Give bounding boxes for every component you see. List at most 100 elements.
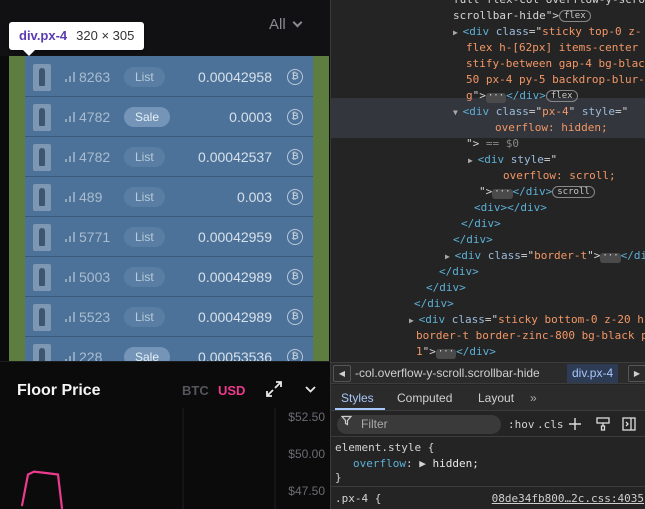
- breadcrumb-prev-button[interactable]: ◀: [333, 365, 351, 382]
- styles-filter-input[interactable]: Filter: [337, 415, 501, 434]
- tab-computed[interactable]: Computed: [397, 391, 452, 405]
- dom-token: <div: [462, 105, 496, 118]
- activity-row[interactable]: 228 Sale 0.00053536 ₿: [25, 337, 313, 361]
- dom-tree-line[interactable]: <div></div>: [474, 200, 547, 216]
- activity-row[interactable]: 8263 List 0.00042958 ₿: [25, 57, 313, 97]
- badge-pill[interactable]: flex: [545, 90, 578, 102]
- tab-styles[interactable]: Styles: [341, 391, 374, 405]
- event-type-badge: List: [124, 67, 165, 87]
- dom-tree-line[interactable]: border-t border-zinc-800 bg-black p: [416, 328, 645, 344]
- ellipsis-button[interactable]: ···: [600, 252, 621, 263]
- tab-layout[interactable]: Layout: [478, 391, 514, 405]
- activity-list[interactable]: 8263 List 0.00042958 ₿ 4782 Sale 0.0003 ₿ 4782 Li…: [25, 56, 313, 361]
- filter-dropdown[interactable]: All: [269, 16, 303, 33]
- dom-token: scrollbar-hide">: [453, 9, 559, 22]
- dom-tree-line[interactable]: scrollbar-hide"> flex: [453, 8, 591, 24]
- dom-tree-line[interactable]: 1"> ··· </div>: [416, 344, 496, 360]
- breadcrumb-item[interactable]: -col.overflow-y-scroll.scrollbar-hide: [355, 366, 540, 380]
- event-type-badge: List: [124, 147, 165, 167]
- devtools-panel: full flex-col overflow-y-scroll scrollba…: [330, 0, 645, 509]
- floor-price-title: Floor Price: [17, 382, 101, 399]
- dom-token: =": [615, 105, 629, 118]
- dom-tree-line[interactable]: ▶ <div class="sticky top-0 z-: [453, 24, 641, 40]
- dom-tree-line[interactable]: stify-between gap-4 bg-black: [466, 56, 645, 72]
- breadcrumb-item-active[interactable]: div.px-4: [567, 364, 619, 383]
- css-property[interactable]: overflow: [353, 457, 406, 470]
- activity-row[interactable]: 5003 List 0.00042989 ₿: [25, 257, 313, 297]
- data-point: [33, 470, 35, 473]
- data-point: [45, 472, 47, 474]
- dom-tree-line[interactable]: ▶ <div style=": [468, 152, 557, 168]
- activity-row[interactable]: 4782 List 0.00042537 ₿: [25, 137, 313, 177]
- class-toggle[interactable]: .cls: [537, 418, 564, 431]
- chevron-down-icon[interactable]: [305, 384, 316, 395]
- data-point: [57, 473, 59, 476]
- activity-row[interactable]: 5523 List 0.00042989 ₿: [25, 297, 313, 337]
- ellipsis-button[interactable]: ···: [485, 92, 507, 103]
- event-type-badge: Sale: [124, 347, 171, 361]
- dom-token: ">: [587, 249, 601, 262]
- ellipsis-button[interactable]: ···: [492, 188, 513, 199]
- dom-tree-line[interactable]: flex h-[62px] items-center j: [466, 40, 645, 56]
- dom-tree-line[interactable]: </div>: [461, 216, 501, 232]
- dom-tree-line[interactable]: </div>: [414, 296, 454, 312]
- nft-thumbnail[interactable]: [33, 144, 51, 171]
- dom-token: full flex-col overflow-y-scroll: [453, 0, 645, 6]
- more-tabs-icon[interactable]: »: [530, 391, 537, 405]
- dom-tree-line[interactable]: g"> ··· </div> flex: [466, 88, 578, 104]
- y-tick-label: $50.00: [288, 447, 325, 461]
- dom-tree-line[interactable]: ▶ <div class="border-t"> ··· </di: [445, 248, 645, 264]
- dom-tree-line[interactable]: overflow: scroll;: [503, 168, 616, 184]
- px4-rule-selector[interactable]: .px-4 {: [335, 492, 381, 505]
- expand-icon[interactable]: [265, 380, 283, 398]
- badge-pill[interactable]: scroll: [552, 186, 595, 198]
- disclosure-triangle-icon[interactable]: ▶: [445, 252, 455, 261]
- toggle-sidebar-icon[interactable]: [622, 417, 636, 431]
- inscription-number: 4782: [79, 109, 111, 125]
- dom-token: ">: [479, 185, 493, 198]
- currency-btc-toggle[interactable]: BTC: [182, 383, 209, 398]
- nft-thumbnail[interactable]: [33, 264, 51, 291]
- nft-thumbnail[interactable]: [33, 344, 51, 361]
- rule-divider: [331, 486, 645, 487]
- badge-pill[interactable]: flex: [558, 10, 591, 22]
- element-style-selector[interactable]: element.style {: [335, 441, 434, 454]
- hover-state-toggle[interactable]: :hov: [508, 418, 535, 431]
- css-value[interactable]: hidden;: [432, 457, 478, 470]
- dom-tree-line[interactable]: overflow: hidden;: [495, 120, 608, 136]
- activity-row[interactable]: 5771 List 0.00042959 ₿: [25, 217, 313, 257]
- dom-tree-line[interactable]: "> ··· </div> scroll: [479, 184, 595, 200]
- disclosure-triangle-icon[interactable]: ▶: [453, 28, 463, 37]
- dom-tree-line[interactable]: ▼ <div class="px-4" style=": [453, 104, 628, 120]
- dom-tree-line[interactable]: full flex-col overflow-y-scroll: [453, 0, 645, 8]
- dom-token: sticky bottom-0 z-20 h-: [498, 313, 645, 326]
- dom-tree-line[interactable]: ▶ <div class="sticky bottom-0 z-20 h-: [409, 312, 645, 328]
- nft-thumbnail[interactable]: [33, 184, 51, 211]
- dom-tree-line[interactable]: </div>: [439, 264, 479, 280]
- ellipsis-button[interactable]: ···: [435, 348, 457, 359]
- dom-tree-line[interactable]: </div>: [426, 280, 466, 296]
- nft-thumbnail[interactable]: [33, 104, 51, 131]
- currency-usd-toggle[interactable]: USD: [218, 383, 245, 398]
- nft-thumbnail[interactable]: [33, 304, 51, 331]
- activity-row[interactable]: 4782 Sale 0.0003 ₿: [25, 97, 313, 137]
- nft-thumbnail[interactable]: [33, 224, 51, 251]
- dom-tree-line[interactable]: 50 px-4 py-5 backdrop-blur-: [466, 72, 645, 88]
- css-declaration[interactable]: overflow: ▶ hidden;: [353, 457, 479, 470]
- activity-row[interactable]: 489 List 0.003 ₿: [25, 177, 313, 217]
- expand-value-icon[interactable]: ▶: [419, 457, 432, 470]
- dom-token: <div: [418, 313, 452, 326]
- breadcrumb-next-button[interactable]: ▶: [628, 365, 645, 382]
- price-value: 0.003: [236, 189, 272, 205]
- dom-tree-line[interactable]: </div>: [453, 232, 493, 248]
- disclosure-triangle-icon[interactable]: ▶: [468, 156, 478, 165]
- nft-thumbnail[interactable]: [33, 64, 51, 91]
- disclosure-triangle-icon[interactable]: ▼: [453, 108, 463, 117]
- dom-token: =": [528, 25, 543, 38]
- add-rule-icon[interactable]: [569, 418, 581, 430]
- disclosure-triangle-icon[interactable]: ▶: [409, 316, 419, 325]
- paint-brush-icon[interactable]: [596, 417, 610, 431]
- dom-tree-line[interactable]: "> == $0: [466, 136, 519, 152]
- stylesheet-source-link[interactable]: 08de34fb800…2c.css:4035: [492, 492, 644, 505]
- elements-dom-tree[interactable]: full flex-col overflow-y-scroll scrollba…: [331, 0, 645, 362]
